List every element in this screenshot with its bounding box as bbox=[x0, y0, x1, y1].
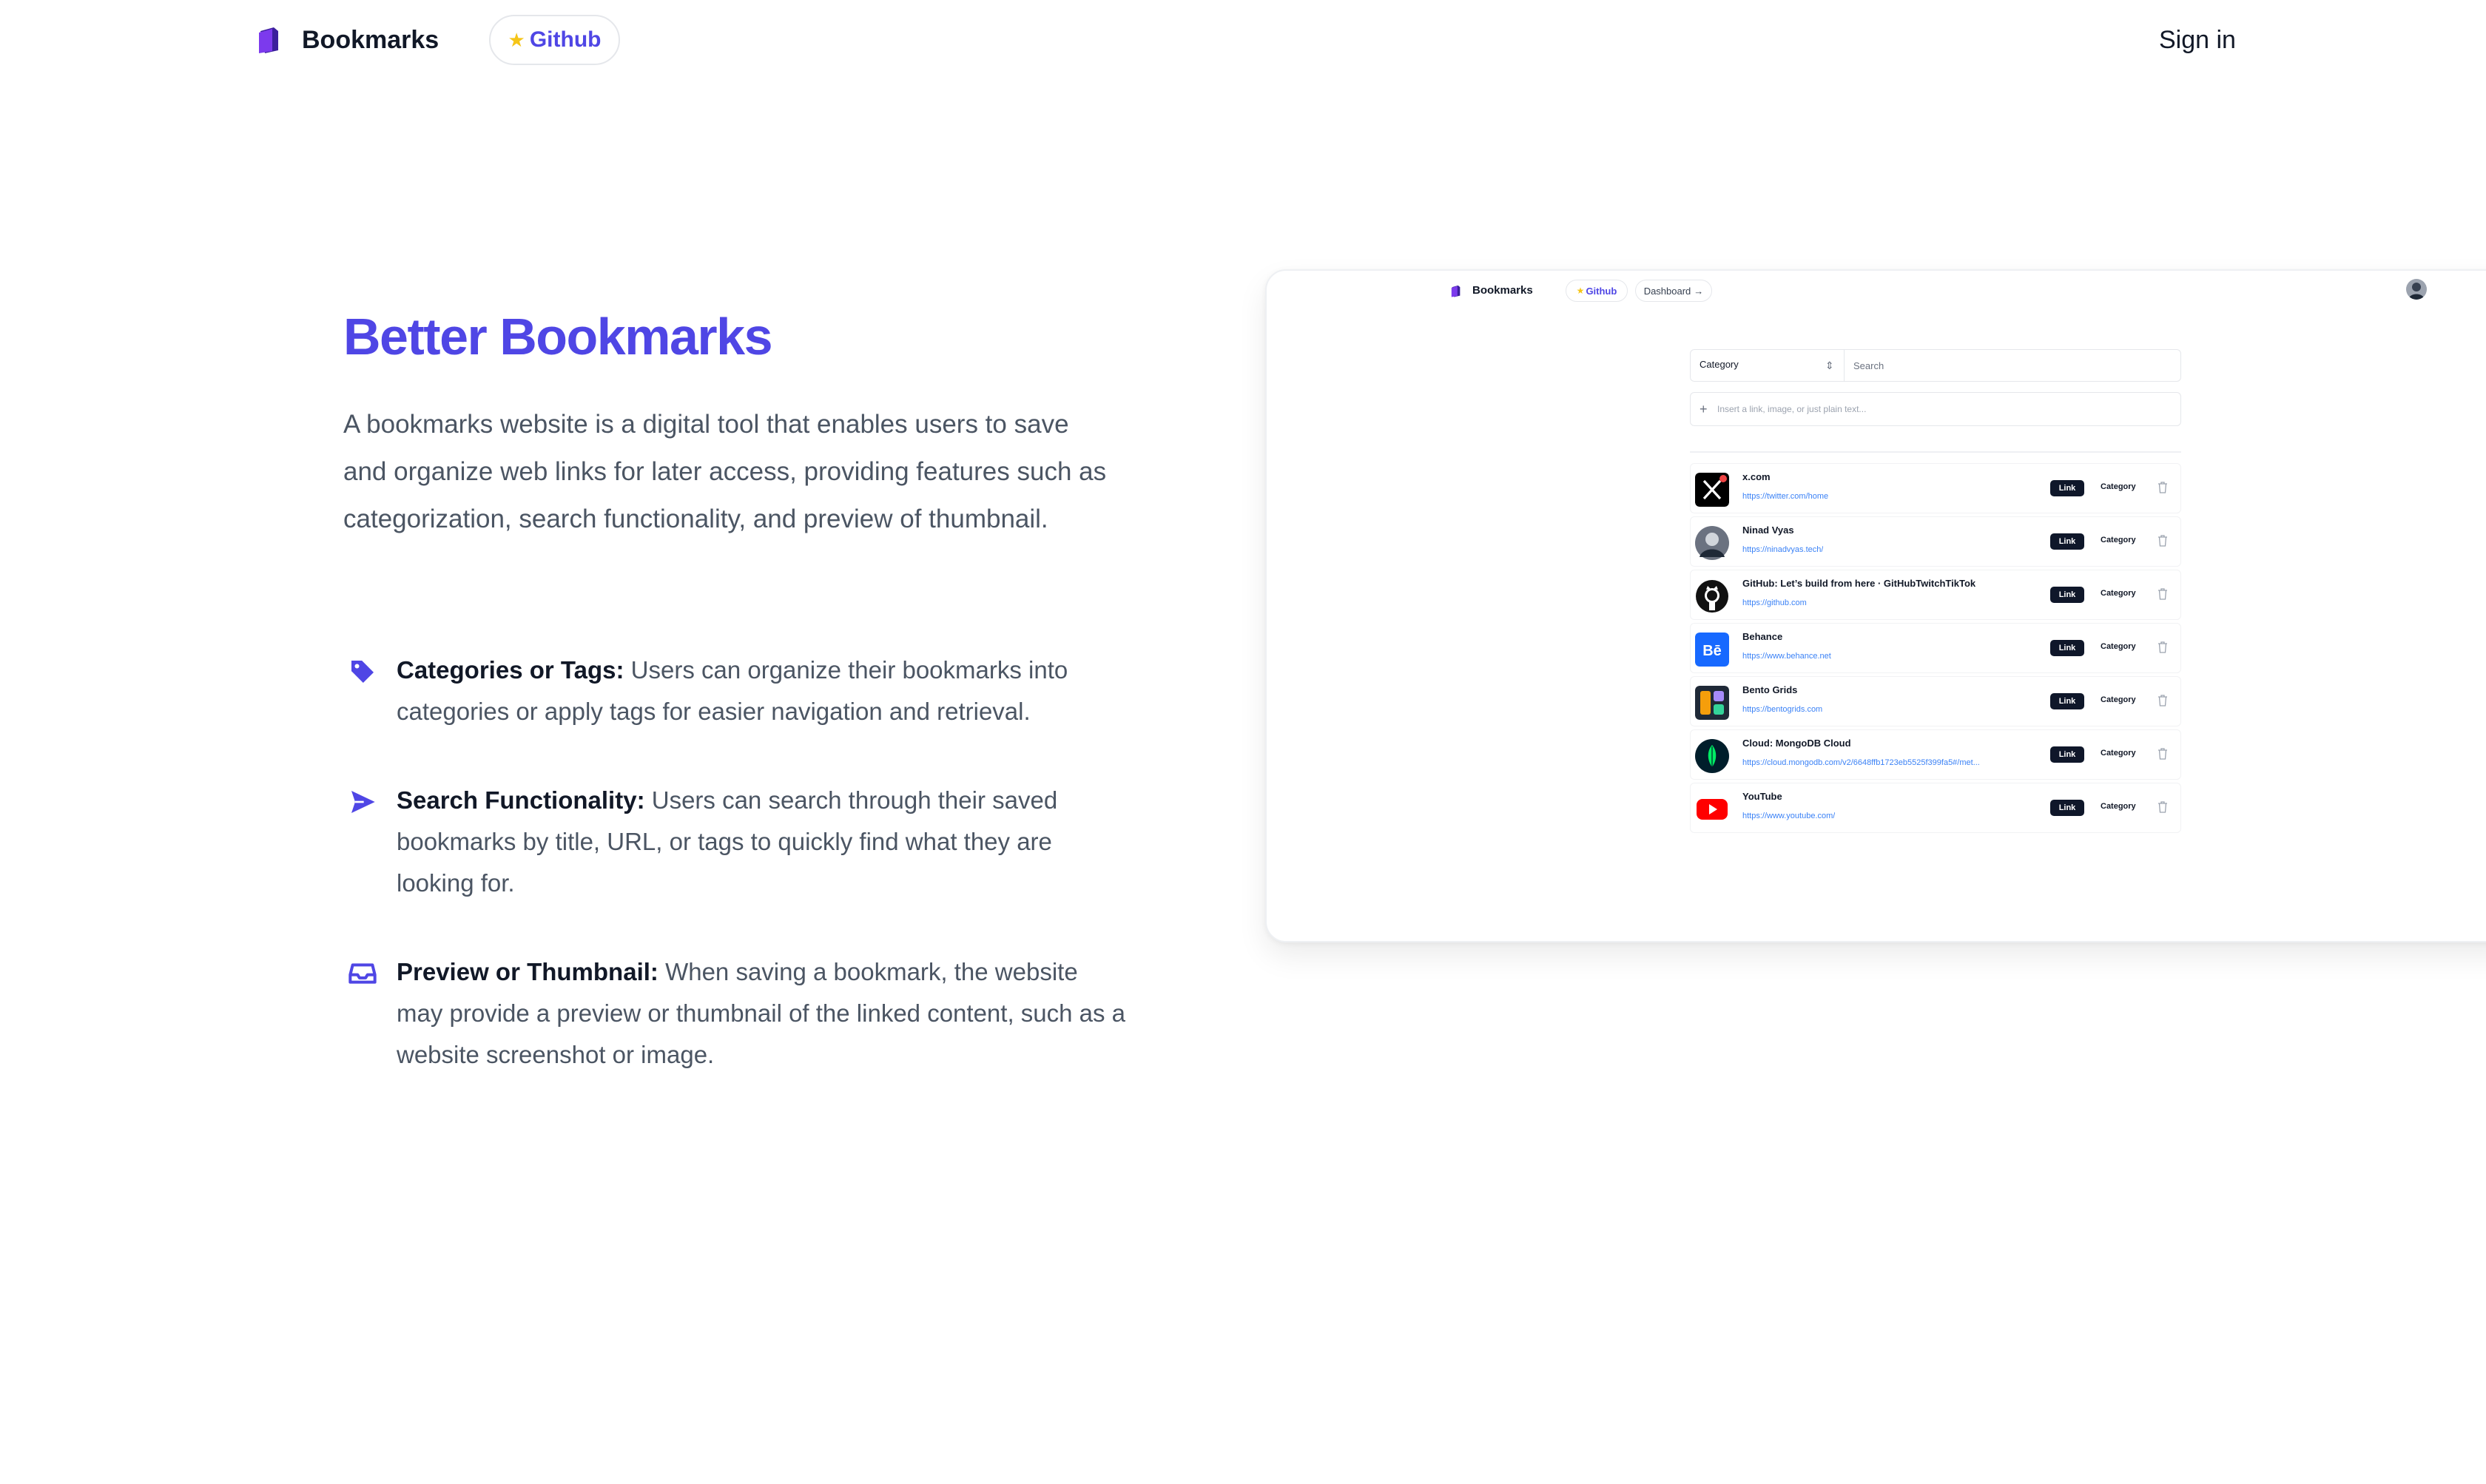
bookmark-url: https://github.com bbox=[1742, 598, 1807, 607]
arrow-right-icon: → bbox=[1694, 285, 1704, 297]
github-button[interactable]: ★ Github bbox=[489, 15, 620, 65]
trash-icon bbox=[2158, 695, 2167, 706]
bookmark-title: GitHub: Let’s build from here · GitHubTw… bbox=[1742, 578, 1976, 589]
youtube-logo-icon bbox=[1695, 792, 1729, 826]
insert-link-field: + bbox=[1690, 392, 2181, 426]
trash-icon bbox=[2158, 588, 2167, 600]
type-badge: Link bbox=[2050, 587, 2084, 603]
bookmark-title: Bento Grids bbox=[1742, 684, 1798, 695]
insert-link-input bbox=[1717, 393, 2176, 425]
feature-title: Categories or Tags: bbox=[397, 656, 624, 684]
bookmark-row: YouTube https://www.youtube.com/ Link Ca… bbox=[1690, 783, 2181, 833]
type-badge: Link bbox=[2050, 480, 2084, 496]
feature-text: Preview or Thumbnail: When saving a book… bbox=[397, 951, 1129, 1076]
bookmark-row: Bē Behance https://www.behance.net Link … bbox=[1690, 623, 2181, 673]
hero-description: A bookmarks website is a digital tool th… bbox=[343, 410, 1107, 533]
trash-icon bbox=[2158, 748, 2167, 760]
category-label: Category bbox=[2101, 695, 2136, 704]
bookmark-row: GitHub: Let’s build from here · GitHubTw… bbox=[1690, 570, 2181, 620]
bookmark-url: https://www.behance.net bbox=[1742, 652, 1831, 661]
type-badge: Link bbox=[2050, 693, 2084, 709]
trash-icon bbox=[2158, 482, 2167, 493]
bookmark-row: Bento Grids https://bentogrids.com Link … bbox=[1690, 676, 2181, 726]
feature-text: Categories or Tags: Users can organize t… bbox=[397, 650, 1129, 732]
send-icon bbox=[351, 791, 375, 813]
svg-text:Bē: Bē bbox=[1702, 643, 1722, 659]
trash-icon bbox=[2158, 535, 2167, 547]
type-badge: Link bbox=[2050, 746, 2084, 763]
category-select-label: Category bbox=[1700, 359, 1739, 370]
preview-brand-name: Bookmarks bbox=[1472, 284, 1533, 297]
bento-grids-logo-icon bbox=[1695, 686, 1729, 720]
bookmarks-logo-icon[interactable] bbox=[256, 25, 283, 53]
category-label: Category bbox=[2101, 749, 2136, 758]
bookmark-title: Behance bbox=[1742, 631, 1783, 642]
app-preview-card: Bookmarks ★ Github Dashboard → Category … bbox=[1265, 269, 2486, 942]
tag-icon bbox=[351, 661, 374, 683]
preview-github-label: Github bbox=[1586, 285, 1617, 297]
bookmark-title: Ninad Vyas bbox=[1742, 525, 1794, 536]
category-label: Category bbox=[2101, 802, 2136, 811]
bookmark-title: Cloud: MongoDB Cloud bbox=[1742, 738, 1851, 749]
category-label: Category bbox=[2101, 536, 2136, 544]
category-label: Category bbox=[2101, 642, 2136, 651]
type-badge: Link bbox=[2050, 800, 2084, 816]
inbox-icon bbox=[348, 963, 377, 984]
trash-icon bbox=[2158, 641, 2167, 653]
user-avatar bbox=[2406, 279, 2427, 300]
bookmark-row: x.com https://twitter.com/home Link Cate… bbox=[1690, 463, 2181, 513]
bookmark-title: x.com bbox=[1742, 471, 1771, 482]
bookmark-url: https://ninadvyas.tech/ bbox=[1742, 545, 1824, 554]
star-icon: ★ bbox=[508, 28, 525, 51]
github-logo-icon bbox=[1696, 580, 1728, 613]
preview-search-input bbox=[1845, 350, 2180, 381]
bookmark-title: YouTube bbox=[1742, 791, 1782, 802]
category-select: Category ⇕ bbox=[1691, 350, 1845, 381]
bookmarks-logo-icon bbox=[1451, 285, 1461, 297]
behance-logo-icon: Bē bbox=[1695, 633, 1729, 667]
landing-page: Bookmarks ★ Github Sign in Better Bookma… bbox=[0, 0, 2486, 1484]
type-badge: Link bbox=[2050, 640, 2084, 656]
divider bbox=[1690, 451, 2181, 453]
bookmark-row: Ninad Vyas https://ninadvyas.tech/ Link … bbox=[1690, 516, 2181, 567]
feature-text: Search Functionality: Users can search t… bbox=[397, 780, 1129, 904]
trash-icon bbox=[2158, 801, 2167, 813]
plus-icon: + bbox=[1700, 402, 1708, 416]
bookmark-url: https://bentogrids.com bbox=[1742, 705, 1823, 714]
bookmark-url: https://cloud.mongodb.com/v2/6648ffb1723… bbox=[1742, 758, 1980, 767]
category-label: Category bbox=[2101, 482, 2136, 491]
preview-toolbar: Category ⇕ bbox=[1690, 349, 2181, 382]
preview-github-button: ★ Github bbox=[1566, 280, 1628, 302]
bookmark-url: https://www.youtube.com/ bbox=[1742, 812, 1836, 820]
feature-title: Search Functionality: bbox=[397, 786, 645, 814]
type-badge: Link bbox=[2050, 533, 2084, 550]
chevron-up-down-icon: ⇕ bbox=[1825, 360, 1834, 371]
github-button-label: Github bbox=[529, 27, 602, 52]
mongodb-logo-icon bbox=[1695, 739, 1729, 773]
preview-dashboard-button: Dashboard → bbox=[1635, 280, 1712, 302]
bookmark-url: https://twitter.com/home bbox=[1742, 492, 1829, 501]
brand-name[interactable]: Bookmarks bbox=[302, 24, 439, 56]
x-logo-icon bbox=[1695, 473, 1729, 507]
hero-title: Better Bookmarks bbox=[343, 308, 773, 365]
feature-title: Preview or Thumbnail: bbox=[397, 958, 658, 985]
bookmark-list: x.com https://twitter.com/home Link Cate… bbox=[1690, 463, 2181, 836]
profile-photo-icon bbox=[1695, 526, 1729, 560]
star-icon: ★ bbox=[1576, 286, 1585, 296]
category-label: Category bbox=[2101, 589, 2136, 598]
sign-in-link[interactable]: Sign in bbox=[2159, 24, 2236, 56]
preview-dashboard-label: Dashboard bbox=[1643, 285, 1691, 297]
bookmark-row: Cloud: MongoDB Cloud https://cloud.mongo… bbox=[1690, 729, 2181, 780]
